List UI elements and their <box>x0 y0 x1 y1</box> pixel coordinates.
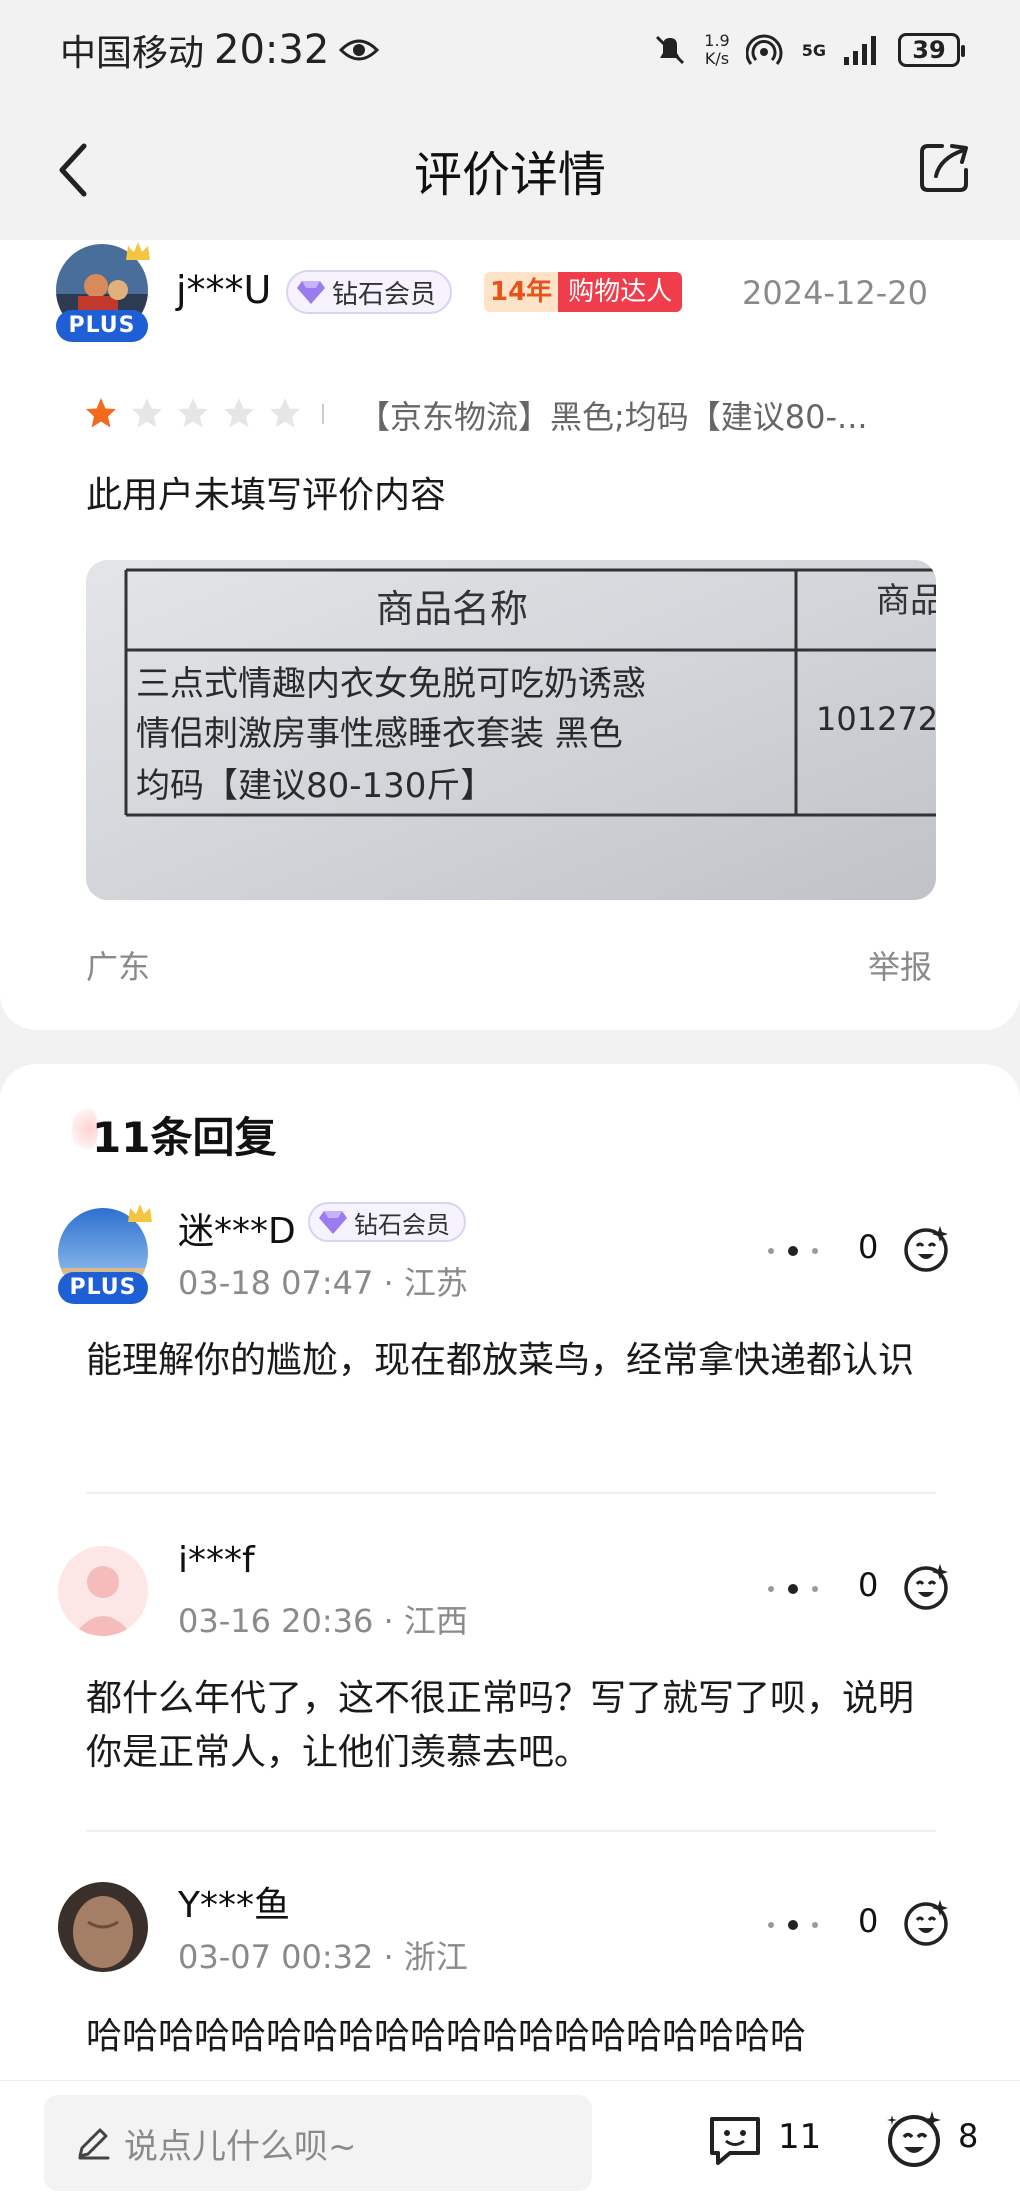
star-empty-icon <box>224 398 254 428</box>
carrier-label: 中国移动 <box>60 33 205 74</box>
reply-avatar[interactable] <box>58 1882 148 1972</box>
page-title: 评价详情 <box>413 147 606 203</box>
reply-meta: 03-16 20:36 · 江西 <box>178 1602 468 1640</box>
reply-meta: 03-07 00:32 · 浙江 <box>178 1938 468 1976</box>
eye-icon <box>339 39 380 61</box>
years-label: 14年 <box>484 272 559 312</box>
battery-indicator: 39 <box>898 33 965 67</box>
network-type: 5G <box>801 40 826 60</box>
like-face-icon[interactable] <box>884 2107 946 2169</box>
plus-badge: PLUS <box>56 310 148 342</box>
replies-card: 11条回复 PLUS 迷***D 钻石会员 03-18 07:47 · 江苏 0… <box>0 1064 1020 2210</box>
comment-placeholder: 说点儿什么呗~ <box>124 2126 357 2167</box>
speed-unit: K/s <box>704 49 730 68</box>
signal-icon <box>844 36 876 65</box>
like-count: 0 <box>858 1228 879 1266</box>
reply-region: 浙江 <box>403 1938 468 1976</box>
photo-header-col2: 商品 <box>876 581 936 621</box>
more-options-button[interactable] <box>768 1920 818 1930</box>
star-empty-icon <box>132 398 162 428</box>
star-filled-icon <box>86 398 116 428</box>
photo-line3: 均码【建议80-130斤】 <box>136 766 494 806</box>
comment-count: 11 <box>778 2117 822 2157</box>
review-photo[interactable]: 商品名称 商品 三点式情趣内衣女免脱可吃奶诱惑 情侣刺激房事性感睡衣套装 黑色 … <box>86 560 936 900</box>
comment-bubble-icon[interactable] <box>706 2113 764 2169</box>
more-options-button[interactable] <box>768 1246 818 1256</box>
hotspot-icon <box>745 34 783 65</box>
status-bar: 中国移动 20:32 1.9 K/s 5G 39 <box>0 0 1020 100</box>
reply-text: 能理解你的尴尬，现在都放菜鸟，经常拿快递都认识 <box>86 1340 915 1381</box>
shopper-badge: 14年 购物达人 <box>484 272 683 312</box>
like-count: 0 <box>858 1902 879 1940</box>
report-link[interactable]: 举报 <box>868 942 932 988</box>
comment-input[interactable]: 说点儿什么呗~ <box>44 2095 592 2191</box>
like-count: 0 <box>858 1566 879 1604</box>
mute-bell-icon <box>656 35 685 65</box>
diamond-member-badge: 钻石会员 <box>286 270 453 314</box>
clock: 20:32 <box>214 27 330 73</box>
star-rating <box>84 396 302 430</box>
reply-text: 哈哈哈哈哈哈哈哈哈哈哈哈哈哈哈哈哈哈哈哈 <box>86 2016 807 2057</box>
back-arrow-icon[interactable] <box>54 140 94 200</box>
member-label: 钻石会员 <box>354 1210 450 1239</box>
photo-header-col1: 商品名称 <box>376 587 528 631</box>
like-count: 8 <box>958 2117 979 2155</box>
photo-sku: 101272 <box>816 700 936 738</box>
divider <box>86 1830 936 1832</box>
photo-line2: 情侣刺激房事性感睡衣套装 黑色 <box>136 714 623 754</box>
member-label: 钻石会员 <box>332 279 437 310</box>
replies-title: 11条回复 <box>92 1113 277 1162</box>
star-empty-icon <box>178 398 208 428</box>
network-speed: 1.9 K/s <box>704 32 729 68</box>
reply-region: 江苏 <box>403 1264 468 1302</box>
divider <box>86 1492 936 1494</box>
top-nav: 评价详情 <box>0 100 1020 240</box>
photo-line1: 三点式情趣内衣女免脱可吃奶诱惑 <box>136 664 646 704</box>
bottom-action-bar: 说点儿什么呗~ 11 8 <box>0 2080 1020 2210</box>
reply-author: i***f <box>178 1540 255 1581</box>
review-card: PLUS j***U 钻石会员 14年 购物达人 2024-12-20 【京东物… <box>0 240 1020 1030</box>
reply-time: 03-18 07:47 <box>178 1264 374 1302</box>
review-detail-page: 中国移动 20:32 1.9 K/s 5G 39 评价详情 PLUS j***U <box>0 0 1020 2210</box>
more-options-button[interactable] <box>768 1584 818 1594</box>
diamond-member-badge: 钻石会员 <box>308 1202 466 1242</box>
reply-time: 03-07 00:32 <box>178 1938 374 1976</box>
pencil-icon <box>78 2128 110 2160</box>
review-date: 2024-12-20 <box>742 274 928 312</box>
share-icon[interactable] <box>916 140 972 196</box>
reply-region: 江西 <box>403 1602 468 1640</box>
diamond-icon <box>319 1211 347 1234</box>
review-text: 此用户未填写评价内容 <box>86 475 447 516</box>
like-face-icon[interactable] <box>900 1222 952 1274</box>
reply-meta: 03-18 07:47 · 江苏 <box>178 1264 468 1302</box>
product-spec: 【京东物流】黑色;均码【建议80-... <box>358 398 868 436</box>
like-face-icon[interactable] <box>900 1896 952 1948</box>
speed-value: 1.9 <box>704 31 730 50</box>
shopper-label: 购物达人 <box>558 272 683 312</box>
star-empty-icon <box>270 398 300 428</box>
reply-text: 都什么年代了，这不很正常吗？写了就写了呗，说明你是正常人，让他们羡慕去吧。 <box>86 1678 915 1773</box>
reviewer-name: j***U <box>176 268 272 312</box>
like-face-icon[interactable] <box>900 1560 952 1612</box>
crown-icon <box>126 242 150 260</box>
reply-avatar[interactable] <box>58 1546 148 1636</box>
plus-badge: PLUS <box>58 1272 148 1304</box>
reply-time: 03-16 20:36 <box>178 1602 374 1640</box>
review-region: 广东 <box>86 948 151 986</box>
crown-icon <box>128 1204 152 1222</box>
divider <box>322 404 324 424</box>
reply-author: Y***鱼 <box>178 1885 290 1926</box>
reply-author: 迷***D <box>178 1211 296 1252</box>
diamond-icon <box>297 281 325 304</box>
